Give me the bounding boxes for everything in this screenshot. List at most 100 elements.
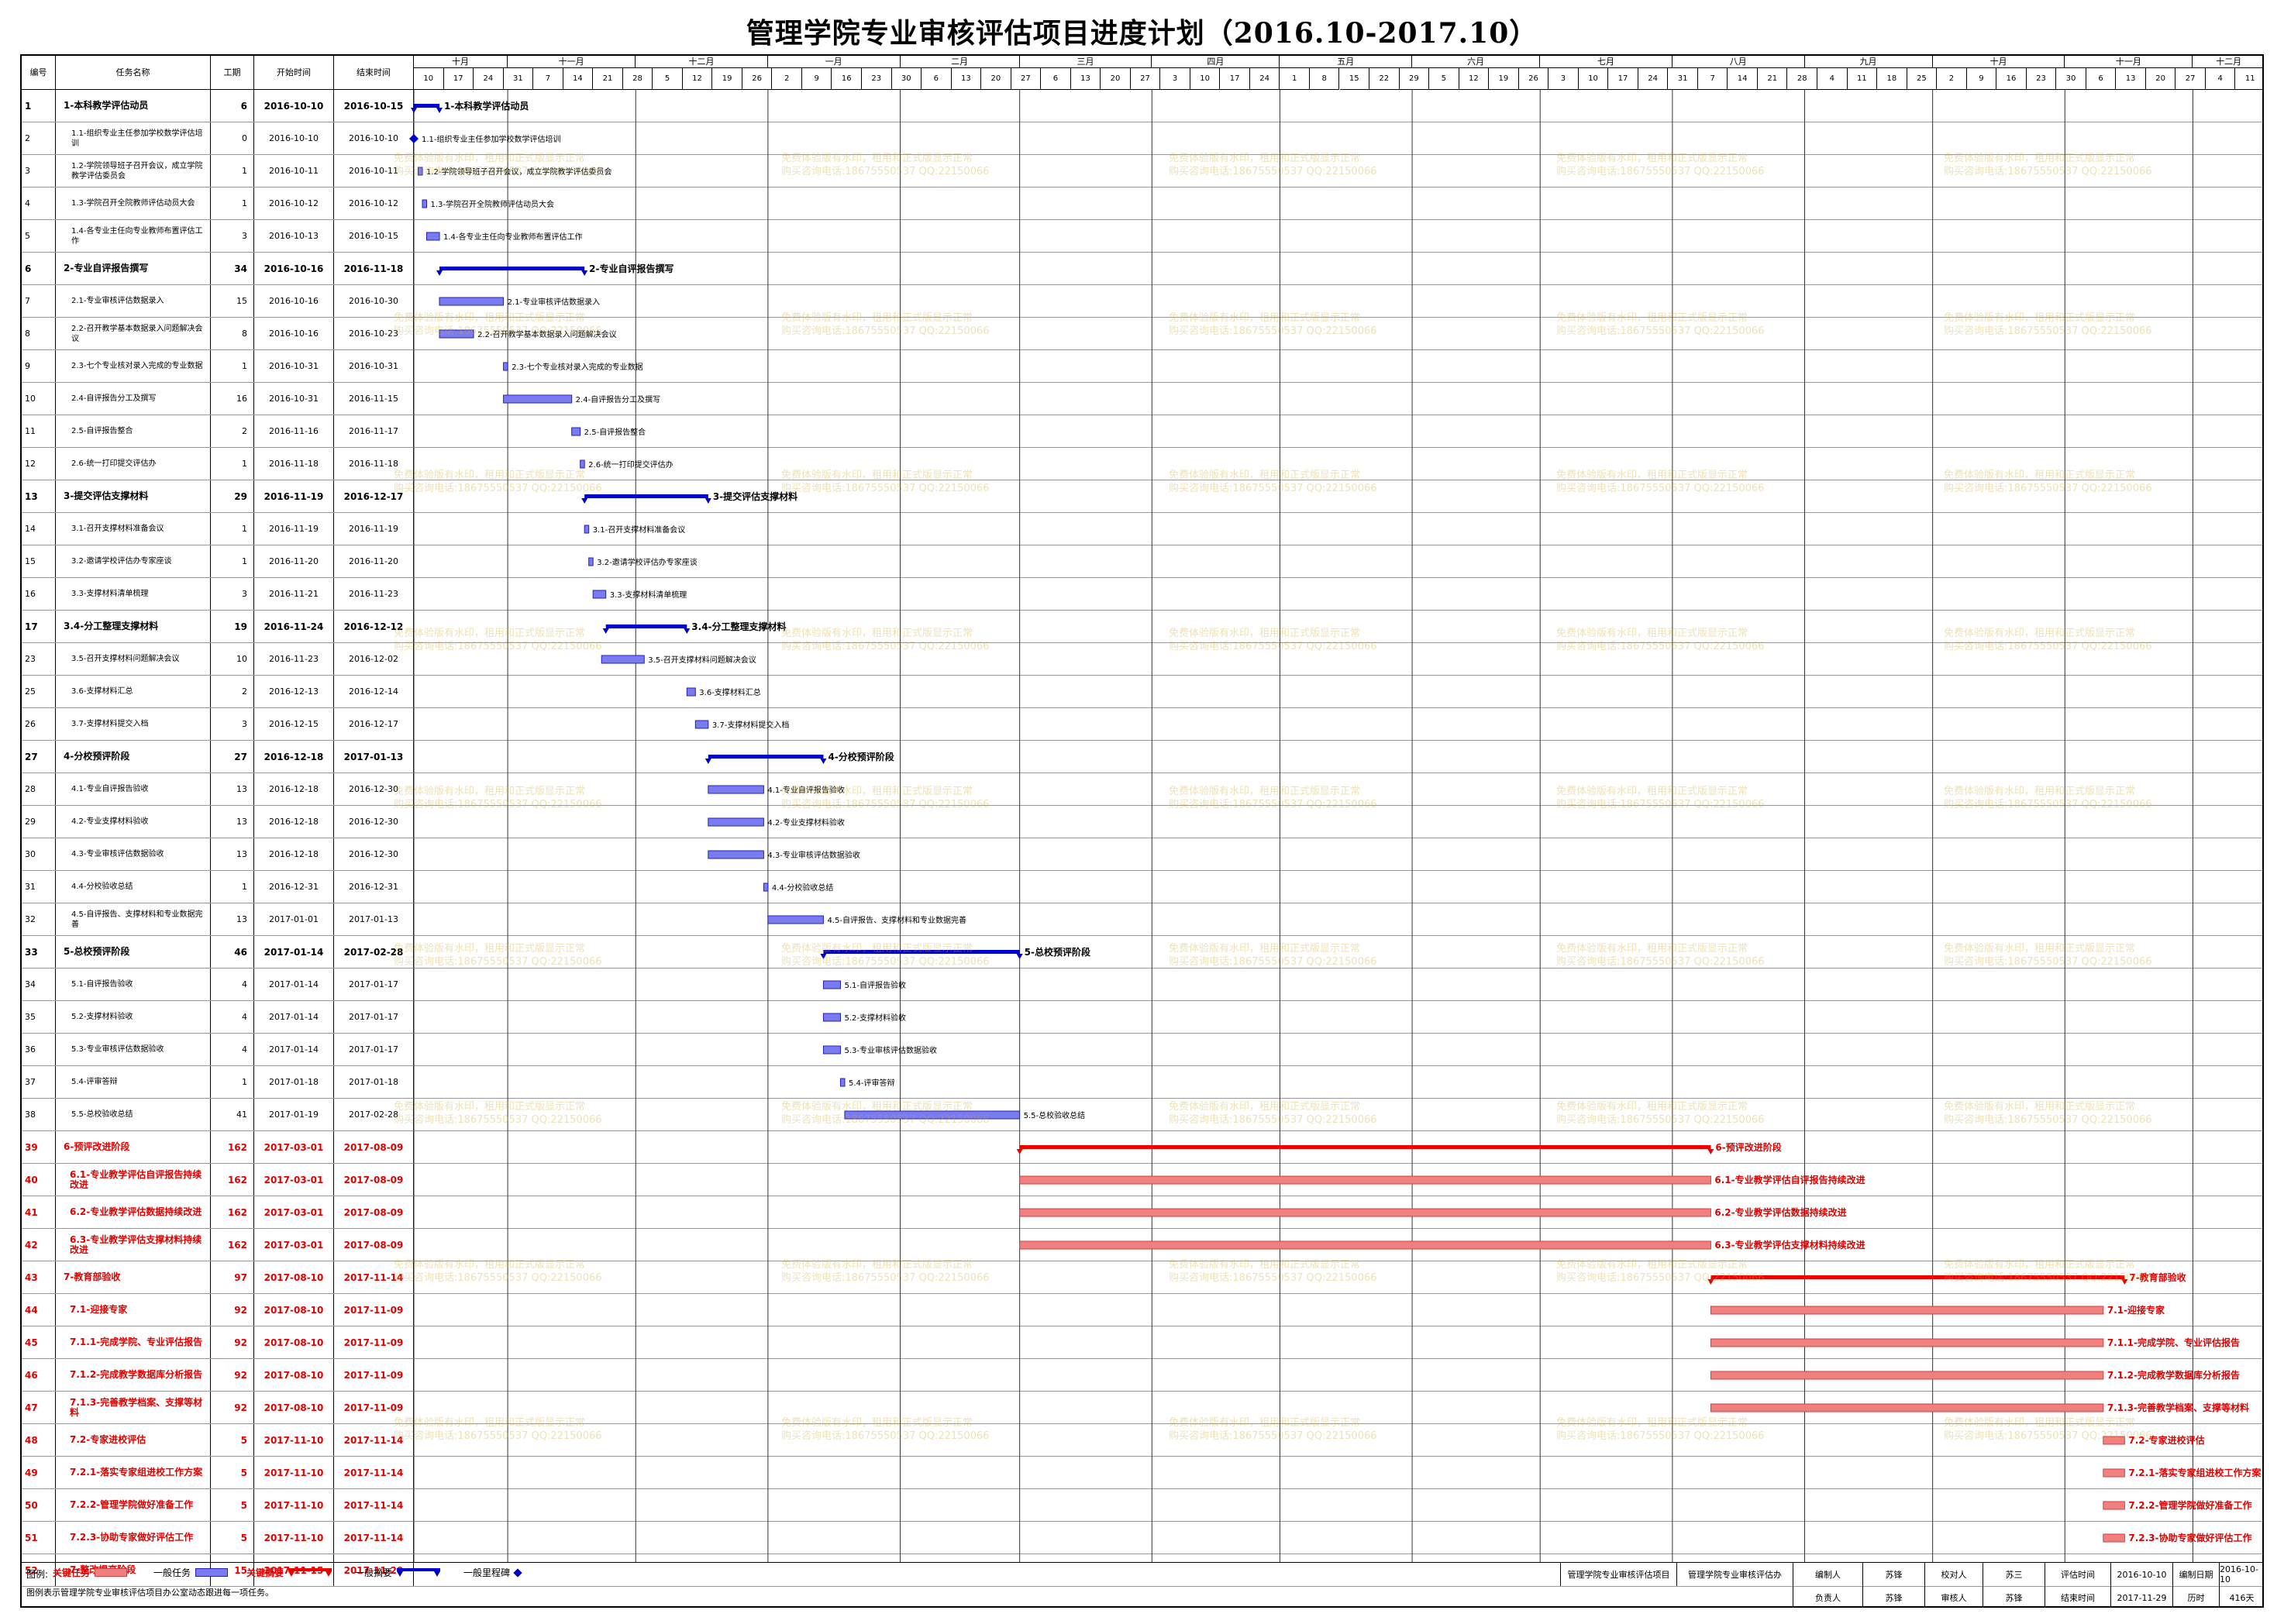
summary-label: 1-本科教学评估动员 bbox=[444, 100, 529, 112]
task-label: 4.2-专业支撑材料验收 bbox=[767, 817, 845, 827]
summary-end-cap bbox=[820, 759, 827, 764]
task-bar bbox=[2103, 1501, 2125, 1510]
summary-end-cap bbox=[1016, 954, 1023, 959]
summary-start-cap bbox=[436, 270, 443, 276]
legend-normal-summary-label: 一般摘要 bbox=[355, 1567, 393, 1578]
legend-milestone: 一般里程碑 bbox=[463, 1566, 522, 1579]
footer-cell: 苏锋 bbox=[1862, 1563, 1924, 1586]
footer-cell: 416天 bbox=[2219, 1586, 2262, 1606]
task-bar bbox=[571, 427, 581, 436]
legend: 图例: 关键任务 一般任务 关键摘要 一般摘要 一般里程碑 图例表示管理学院专业… bbox=[22, 1562, 2262, 1606]
summary-start-cap bbox=[602, 628, 609, 634]
task-label: 7.1.1-完成学院、专业评估报告 bbox=[2107, 1337, 2240, 1348]
page-title: 管理学院专业审核评估项目进度计划（2016.10-2017.10） bbox=[746, 17, 1538, 50]
task-bar bbox=[439, 297, 505, 306]
task-label: 1.3-学院召开全院教师评估动员大会 bbox=[431, 199, 555, 209]
task-bar bbox=[708, 817, 764, 827]
milestone-diamond-icon bbox=[513, 1567, 522, 1578]
task-label: 4.3-专业审核评估数据验收 bbox=[767, 850, 860, 860]
task-label: 6.2-专业教学评估数据持续改进 bbox=[1714, 1206, 1846, 1218]
footer-cell: 2017-11-29 bbox=[2110, 1586, 2172, 1606]
summary-bar bbox=[708, 755, 824, 759]
normal-task-swatch bbox=[195, 1568, 229, 1577]
task-bar bbox=[503, 394, 573, 404]
task-bar bbox=[763, 883, 769, 892]
task-label: 4.1-专业自评报告验收 bbox=[767, 785, 845, 795]
legend-critical-task-label: 关键任务 bbox=[53, 1567, 91, 1578]
summary-bar bbox=[439, 267, 585, 270]
task-bar bbox=[686, 687, 696, 697]
summary-start-cap bbox=[704, 759, 711, 764]
task-label: 2.2-召开教学基本数据录入问题解决会议 bbox=[477, 329, 617, 339]
footer-cell: 2016-10-10 bbox=[2110, 1563, 2172, 1586]
task-label: 5.3-专业审核评估数据验收 bbox=[844, 1045, 937, 1055]
summary-end-cap bbox=[581, 270, 588, 276]
task-bar bbox=[584, 525, 590, 534]
task-bar bbox=[588, 557, 594, 566]
task-bar bbox=[708, 850, 764, 859]
summary-start-cap bbox=[1707, 1279, 1714, 1285]
footer-cell: 苏锋 bbox=[1862, 1586, 1924, 1606]
summary-label: 2-专业自评报告撰写 bbox=[589, 263, 673, 274]
task-label: 5.2-支撑材料验收 bbox=[844, 1013, 906, 1023]
task-bar bbox=[2103, 1436, 2125, 1445]
critical-summary-swatch bbox=[288, 1567, 332, 1577]
task-bar bbox=[708, 785, 764, 794]
task-label: 3.5-召开支撑材料问题解决会议 bbox=[648, 655, 756, 665]
legend-normal-summary: 一般摘要 bbox=[355, 1566, 441, 1579]
task-label: 3.3-支撑材料清单梳理 bbox=[610, 590, 687, 600]
task-label: 4.4-分校验收总结 bbox=[772, 883, 834, 893]
task-label: 7.1.3-完善教学档案、支撑等材料 bbox=[2107, 1402, 2249, 1413]
task-bar bbox=[439, 329, 474, 339]
task-bar bbox=[2103, 1468, 2125, 1478]
footer-cell: 苏锋 bbox=[1983, 1586, 2045, 1606]
task-bar bbox=[1710, 1403, 2104, 1412]
summary-label: 6-预评改进阶段 bbox=[1715, 1141, 1782, 1153]
task-bar bbox=[418, 167, 423, 176]
task-label: 3.7-支撑材料提交入档 bbox=[712, 720, 790, 730]
task-label: 6.1-专业教学评估自评报告持续改进 bbox=[1714, 1174, 1865, 1185]
summary-end-cap bbox=[684, 628, 691, 634]
footer-cell: 校对人 bbox=[1924, 1563, 1983, 1586]
task-label: 2.3-七个专业核对录入完成的专业数据 bbox=[512, 362, 643, 372]
task-bar bbox=[1710, 1338, 2104, 1347]
task-label: 7.2-专家进校评估 bbox=[2128, 1434, 2204, 1446]
task-bar bbox=[422, 199, 428, 208]
task-label: 5.4-评审答辩 bbox=[849, 1078, 895, 1088]
task-label: 5.5-总校验收总结 bbox=[1024, 1110, 1086, 1120]
legend-milestone-label: 一般里程碑 bbox=[463, 1567, 511, 1578]
summary-label: 7-教育部验收 bbox=[2129, 1271, 2186, 1283]
summary-bar bbox=[1710, 1275, 2125, 1279]
task-bar bbox=[822, 1013, 841, 1022]
task-label: 6.3-专业教学评估支撑材料持续改进 bbox=[1714, 1239, 1865, 1251]
footer-project-name: 管理学院专业审核评估项目 bbox=[1560, 1563, 1676, 1586]
summary-bar bbox=[584, 494, 708, 498]
task-label: 4.5-自评报告、支撑材料和专业数据完善 bbox=[827, 915, 966, 925]
footer-cell: 负责人 bbox=[1793, 1586, 1862, 1606]
footer-cell: 苏三 bbox=[1983, 1563, 2045, 1586]
summary-start-cap bbox=[820, 954, 827, 959]
task-label: 1.2-学院领导班子召开会议，成立学院教学评估委员会 bbox=[426, 167, 612, 177]
task-label: 7.2.2-管理学院做好准备工作 bbox=[2128, 1499, 2251, 1511]
task-bar bbox=[694, 720, 709, 729]
task-bar bbox=[839, 1078, 846, 1087]
summary-end-cap bbox=[704, 498, 711, 504]
summary-end-cap bbox=[436, 108, 443, 113]
task-bar bbox=[1710, 1306, 2104, 1315]
summary-label: 5-总校预评阶段 bbox=[1025, 946, 1091, 958]
summary-bar bbox=[605, 624, 687, 628]
summary-start-cap bbox=[1016, 1149, 1023, 1154]
task-bar bbox=[767, 915, 824, 924]
task-label: 7.1.2-完成教学数据库分析报告 bbox=[2107, 1369, 2240, 1381]
task-label: 7.1-迎接专家 bbox=[2107, 1304, 2165, 1316]
footer-cell: 评估时间 bbox=[2045, 1563, 2110, 1586]
task-label: 3.2-邀请学校评估办专家座谈 bbox=[597, 557, 698, 567]
footer-cell: 编制人 bbox=[1793, 1563, 1862, 1586]
summary-bar bbox=[414, 104, 440, 108]
task-label: 2.4-自评报告分工及撰写 bbox=[576, 394, 661, 404]
task-bar bbox=[1710, 1371, 2104, 1380]
milestone-marker bbox=[409, 134, 419, 143]
task-bar bbox=[844, 1110, 1021, 1120]
task-bar bbox=[1019, 1208, 1711, 1217]
task-label: 1.4-各专业主任向专业教师布置评估工作 bbox=[443, 232, 583, 242]
